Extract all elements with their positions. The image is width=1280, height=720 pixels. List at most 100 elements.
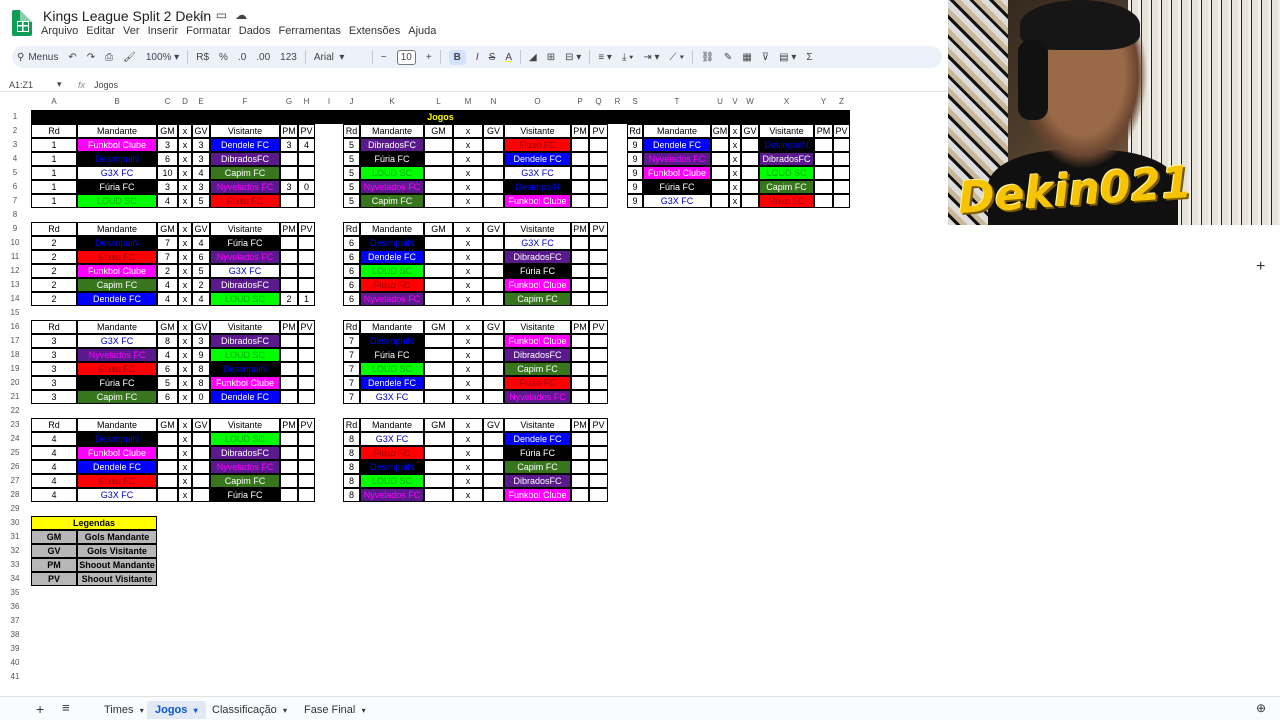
decrease-decimal-button[interactable]: .0 [233, 47, 251, 67]
legend-key[interactable]: PM [31, 558, 77, 572]
row-header[interactable]: 21 [0, 390, 30, 404]
table-header[interactable]: PM [814, 124, 833, 138]
score-cell[interactable]: x [453, 390, 483, 404]
paint-format-icon[interactable]: 🖌 [118, 47, 141, 67]
menu-inserir[interactable]: Inserir [148, 25, 179, 37]
score-cell[interactable]: 3 [31, 362, 77, 376]
row-header[interactable]: 39 [0, 642, 30, 656]
score-cell[interactable] [424, 264, 453, 278]
score-cell[interactable] [571, 334, 589, 348]
link-icon[interactable]: ⛓ [696, 47, 719, 67]
row-header[interactable]: 27 [0, 474, 30, 488]
home-team-cell[interactable]: Nyvelados FC [77, 348, 157, 362]
score-cell[interactable]: 3 [280, 138, 298, 152]
column-header[interactable]: R [608, 96, 627, 108]
score-cell[interactable] [741, 166, 759, 180]
table-header[interactable]: Visitante [504, 320, 571, 334]
row-header[interactable]: 31 [0, 530, 30, 544]
score-cell[interactable]: 2 [31, 236, 77, 250]
legend-label[interactable]: Shoout Visitante [77, 572, 157, 586]
away-team-cell[interactable]: Nyvelados FC [210, 250, 280, 264]
score-cell[interactable]: 4 [192, 292, 210, 306]
score-cell[interactable] [298, 390, 315, 404]
score-cell[interactable] [571, 236, 589, 250]
score-cell[interactable] [280, 264, 298, 278]
table-header[interactable]: x [453, 124, 483, 138]
score-cell[interactable]: x [178, 488, 192, 502]
score-cell[interactable] [192, 488, 210, 502]
move-folder-icon[interactable]: ▭ [216, 8, 227, 22]
score-cell[interactable] [571, 138, 589, 152]
score-cell[interactable]: x [178, 446, 192, 460]
score-cell[interactable] [424, 138, 453, 152]
score-cell[interactable] [833, 138, 850, 152]
score-cell[interactable] [157, 460, 178, 474]
table-header[interactable]: x [453, 418, 483, 432]
score-cell[interactable]: 6 [192, 250, 210, 264]
score-cell[interactable]: 0 [192, 390, 210, 404]
menu-editar[interactable]: Editar [86, 25, 115, 37]
score-cell[interactable] [589, 474, 608, 488]
score-cell[interactable] [424, 362, 453, 376]
score-cell[interactable] [589, 236, 608, 250]
sheets-logo-icon[interactable] [12, 10, 32, 36]
score-cell[interactable] [483, 166, 504, 180]
filter-views-icon[interactable]: ▤ ▾ [774, 47, 801, 67]
table-header[interactable]: PM [571, 418, 589, 432]
score-cell[interactable] [280, 376, 298, 390]
score-cell[interactable]: x [178, 180, 192, 194]
column-header[interactable]: V [729, 96, 741, 108]
score-cell[interactable]: x [178, 166, 192, 180]
home-team-cell[interactable]: G3X FC [360, 390, 424, 404]
score-cell[interactable]: 1 [31, 194, 77, 208]
score-cell[interactable]: x [453, 138, 483, 152]
undo-icon[interactable]: ↶ [63, 47, 81, 67]
score-cell[interactable]: 7 [157, 236, 178, 250]
row-header[interactable]: 23 [0, 418, 30, 432]
score-cell[interactable] [424, 474, 453, 488]
home-team-cell[interactable]: Capim FC [77, 390, 157, 404]
table-header[interactable]: PV [833, 124, 850, 138]
score-cell[interactable]: x [178, 432, 192, 446]
home-team-cell[interactable]: Dendele FC [77, 292, 157, 306]
menu-ajuda[interactable]: Ajuda [408, 25, 436, 37]
column-header[interactable]: T [643, 96, 711, 108]
column-header[interactable]: W [741, 96, 759, 108]
score-cell[interactable]: 6 [157, 390, 178, 404]
font-size-field[interactable]: 10 [392, 47, 421, 67]
score-cell[interactable] [280, 460, 298, 474]
column-header[interactable]: U [711, 96, 729, 108]
chevron-down-icon[interactable]: ▾ [359, 706, 366, 715]
away-team-cell[interactable]: Nyvelados FC [504, 390, 571, 404]
score-cell[interactable] [298, 376, 315, 390]
column-header[interactable]: N [483, 96, 504, 108]
table-header[interactable]: PM [571, 124, 589, 138]
score-cell[interactable] [589, 166, 608, 180]
currency-button[interactable]: R$ [191, 47, 214, 67]
score-cell[interactable] [483, 334, 504, 348]
score-cell[interactable] [280, 390, 298, 404]
score-cell[interactable] [833, 180, 850, 194]
home-team-cell[interactable]: DesimpaiN [77, 236, 157, 250]
table-header[interactable]: Rd [343, 418, 360, 432]
table-header[interactable]: Visitante [504, 418, 571, 432]
score-cell[interactable]: 9 [627, 180, 643, 194]
merge-cells-icon[interactable]: ⊟ ▾ [560, 47, 586, 67]
score-cell[interactable] [483, 348, 504, 362]
home-team-cell[interactable]: Dendele FC [643, 138, 711, 152]
score-cell[interactable]: x [178, 138, 192, 152]
score-cell[interactable]: x [453, 166, 483, 180]
row-header[interactable]: 5 [0, 166, 30, 180]
vertical-align-icon[interactable]: ⤓ ▾ [617, 47, 638, 67]
away-team-cell[interactable]: Capim FC [210, 474, 280, 488]
score-cell[interactable]: 6 [343, 250, 360, 264]
score-cell[interactable]: x [178, 362, 192, 376]
column-header[interactable]: Y [814, 96, 833, 108]
text-color-button[interactable]: A [500, 47, 517, 67]
score-cell[interactable] [589, 278, 608, 292]
home-team-cell[interactable]: G3X FC [77, 166, 157, 180]
column-header[interactable]: D [178, 96, 192, 108]
score-cell[interactable] [298, 194, 315, 208]
table-header[interactable]: Rd [31, 222, 77, 236]
score-cell[interactable]: 4 [157, 348, 178, 362]
